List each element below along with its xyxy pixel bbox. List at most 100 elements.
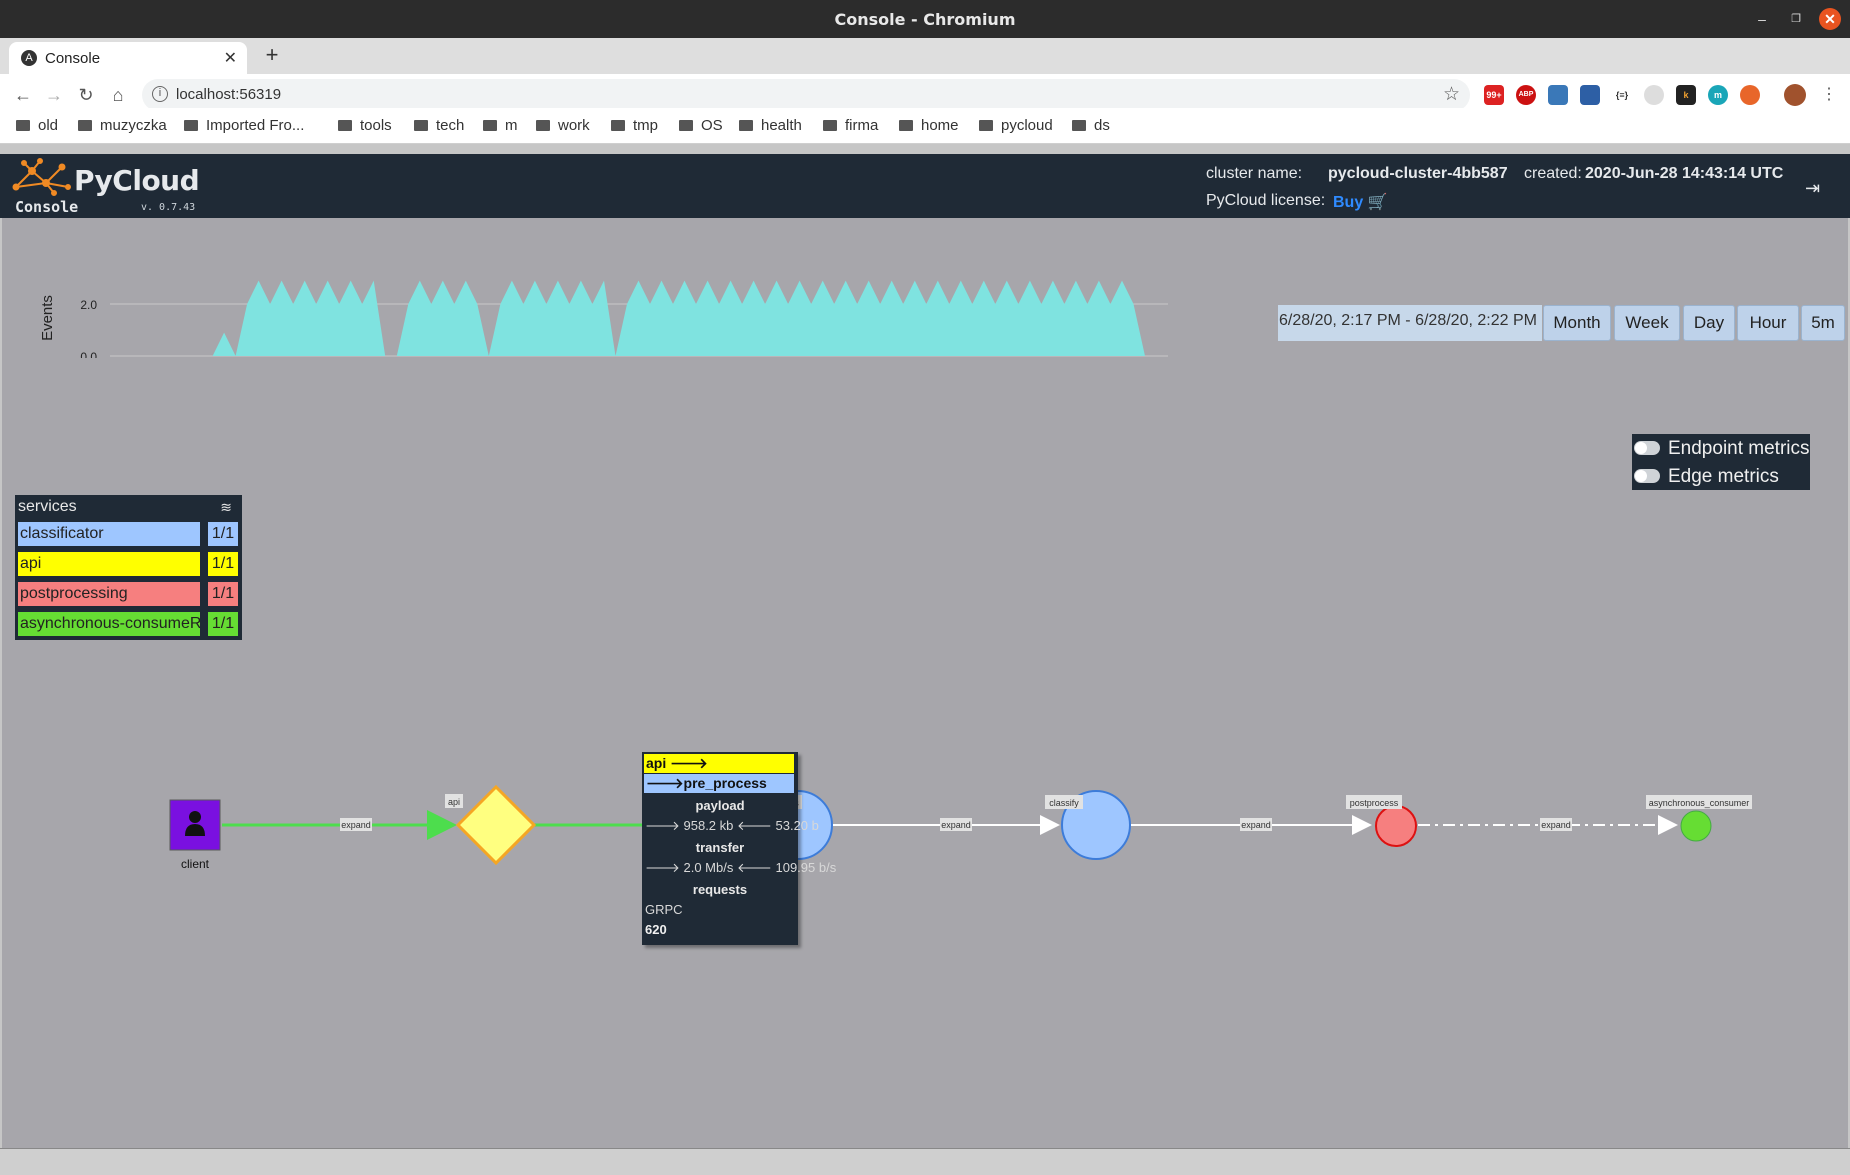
requests-heading: requests bbox=[692, 882, 748, 897]
folder-icon bbox=[679, 120, 693, 131]
bookmarks-bar: old muzyczka Imported Fro... tools tech … bbox=[0, 108, 1850, 144]
json-extension-icon[interactable]: {≡} bbox=[1612, 85, 1632, 105]
expand-edge-link[interactable]: expand bbox=[341, 820, 371, 830]
buy-license-link[interactable]: Buy 🛒 bbox=[1333, 192, 1388, 212]
angular-favicon-icon: A bbox=[21, 50, 37, 66]
payload-heading: payload bbox=[695, 798, 745, 813]
bookmark-folder[interactable]: muzyczka bbox=[78, 117, 167, 134]
topology-canvas[interactable]: Events 2.0 0.0 6/28/20, 2:17 PM - 6/28/2… bbox=[2, 218, 1848, 1148]
gray-extension-icon[interactable] bbox=[1644, 85, 1664, 105]
cluster-name-label: cluster name: bbox=[1206, 165, 1303, 182]
transfer-values: 🡒 2.0 Mb/s 🡐 109.95 b/s bbox=[645, 860, 837, 875]
tooltip-service-row: api 🡒 bbox=[644, 754, 794, 773]
cluster-name-value: pycloud-cluster-4bb587 bbox=[1328, 165, 1508, 182]
arrow-right-icon: 🡒 bbox=[645, 818, 680, 833]
created-value: 2020-Jun-28 14:43:14 UTC bbox=[1585, 165, 1784, 182]
new-tab-button[interactable]: + bbox=[260, 44, 284, 68]
logout-icon[interactable]: ⇥ bbox=[1805, 178, 1820, 199]
adblock-icon[interactable]: ABP bbox=[1516, 85, 1536, 105]
extension-badge-icon[interactable] bbox=[1580, 85, 1600, 105]
reload-icon[interactable]: ↻ bbox=[73, 82, 99, 108]
app-viewport: PyCloud Console v. 0.7.43 cluster name: … bbox=[0, 144, 1850, 1175]
extension-99-icon[interactable]: 99+ bbox=[1484, 85, 1504, 105]
address-url[interactable]: localhost:56319 bbox=[176, 86, 281, 103]
back-icon[interactable]: ← bbox=[10, 82, 36, 108]
license-label: PyCloud license: bbox=[1206, 192, 1326, 209]
created-label: created: bbox=[1524, 165, 1582, 182]
bookmark-folder[interactable]: work bbox=[536, 117, 590, 134]
bookmark-star-icon[interactable]: ☆ bbox=[1443, 83, 1460, 106]
payload-values: 🡒 958.2 kb 🡐 53.20 b bbox=[645, 818, 819, 833]
home-icon[interactable]: ⌂ bbox=[105, 82, 131, 108]
edge-tooltip: api 🡒 🡒pre_process payload 🡒 958.2 kb 🡐 … bbox=[642, 752, 836, 945]
address-bar[interactable]: i localhost:56319 ☆ bbox=[142, 79, 1470, 111]
tab-strip: A Console ✕ + bbox=[0, 38, 1850, 74]
bookmark-folder[interactable]: OS bbox=[679, 117, 723, 134]
brand-name: PyCloud bbox=[74, 164, 200, 197]
user-icon bbox=[189, 811, 201, 823]
folder-icon bbox=[536, 120, 550, 131]
folder-icon bbox=[979, 120, 993, 131]
folder-icon bbox=[739, 120, 753, 131]
pycloud-logo-icon bbox=[12, 158, 71, 196]
forward-icon[interactable]: → bbox=[41, 82, 67, 108]
m-extension-icon[interactable]: m bbox=[1708, 85, 1728, 105]
arrow-left-icon: 🡐 bbox=[737, 818, 772, 833]
asynchronous-consumer-node[interactable] bbox=[1680, 810, 1712, 842]
arrow-left-icon: 🡐 bbox=[736, 860, 772, 875]
folder-icon bbox=[899, 120, 913, 131]
folder-icon bbox=[1072, 120, 1086, 131]
close-window-icon[interactable]: ✕ bbox=[1819, 8, 1841, 30]
folder-icon bbox=[184, 120, 198, 131]
bookmark-folder[interactable]: tmp bbox=[611, 117, 658, 134]
tab-title: Console bbox=[45, 50, 101, 67]
tooltip-endpoint-row: 🡒pre_process bbox=[644, 774, 794, 793]
transfer-heading: transfer bbox=[695, 840, 745, 855]
bookmark-folder[interactable]: home bbox=[899, 117, 959, 134]
folder-icon bbox=[16, 120, 30, 131]
bookmark-folder[interactable]: tools bbox=[338, 117, 392, 134]
maximize-icon[interactable]: ❐ bbox=[1785, 8, 1807, 30]
minimize-icon[interactable]: – bbox=[1751, 8, 1773, 30]
app-header: PyCloud Console v. 0.7.43 cluster name: … bbox=[0, 154, 1850, 218]
expand-edge-link[interactable]: expand bbox=[941, 820, 971, 830]
bookmark-folder[interactable]: Imported Fro... bbox=[184, 117, 304, 134]
api-node-label: api bbox=[448, 797, 460, 807]
arrow-right-icon: 🡒 bbox=[670, 755, 708, 771]
site-info-icon[interactable]: i bbox=[152, 86, 168, 102]
classify-node-label: classify bbox=[1049, 798, 1079, 808]
folder-icon bbox=[823, 120, 837, 131]
bookmark-folder[interactable]: health bbox=[739, 117, 802, 134]
bottom-scroll-area bbox=[0, 1148, 1850, 1175]
window-title: Console - Chromium bbox=[834, 10, 1016, 29]
tab-console[interactable]: A Console ✕ bbox=[9, 42, 247, 74]
folder-icon bbox=[78, 120, 92, 131]
extension-blue-icon[interactable] bbox=[1548, 85, 1568, 105]
bookmark-folder[interactable]: ds bbox=[1072, 117, 1110, 134]
expand-edge-link[interactable]: expand bbox=[1241, 820, 1271, 830]
k-extension-icon[interactable]: k bbox=[1676, 85, 1696, 105]
bookmark-folder[interactable]: tech bbox=[414, 117, 464, 134]
console-label: Console bbox=[15, 198, 79, 216]
bookmark-folder[interactable]: firma bbox=[823, 117, 878, 134]
close-tab-icon[interactable]: ✕ bbox=[224, 48, 237, 68]
profile-avatar[interactable] bbox=[1784, 84, 1806, 106]
expand-edge-link[interactable]: expand bbox=[1541, 820, 1571, 830]
bookmark-folder[interactable]: pycloud bbox=[979, 117, 1053, 134]
protocol-label: GRPC bbox=[645, 902, 683, 917]
folder-icon bbox=[338, 120, 352, 131]
client-label: client bbox=[181, 857, 210, 871]
bookmark-folder[interactable]: old bbox=[16, 117, 58, 134]
menu-kebab-icon[interactable]: ⋮ bbox=[1816, 82, 1842, 108]
app-version: v. 0.7.43 bbox=[141, 202, 196, 213]
window-titlebar: Console - Chromium – ❐ ✕ bbox=[0, 0, 1850, 38]
api-node[interactable] bbox=[455, 784, 537, 866]
folder-icon bbox=[414, 120, 428, 131]
postprocess-node[interactable] bbox=[1375, 805, 1417, 847]
cart-icon: 🛒 bbox=[1367, 194, 1388, 211]
arrow-right-icon: 🡒 bbox=[646, 775, 684, 791]
orange-extension-icon[interactable] bbox=[1740, 85, 1760, 105]
request-count: 620 bbox=[645, 922, 667, 937]
postprocess-node-label: postprocess bbox=[1350, 798, 1399, 808]
bookmark-folder[interactable]: m bbox=[483, 117, 518, 134]
